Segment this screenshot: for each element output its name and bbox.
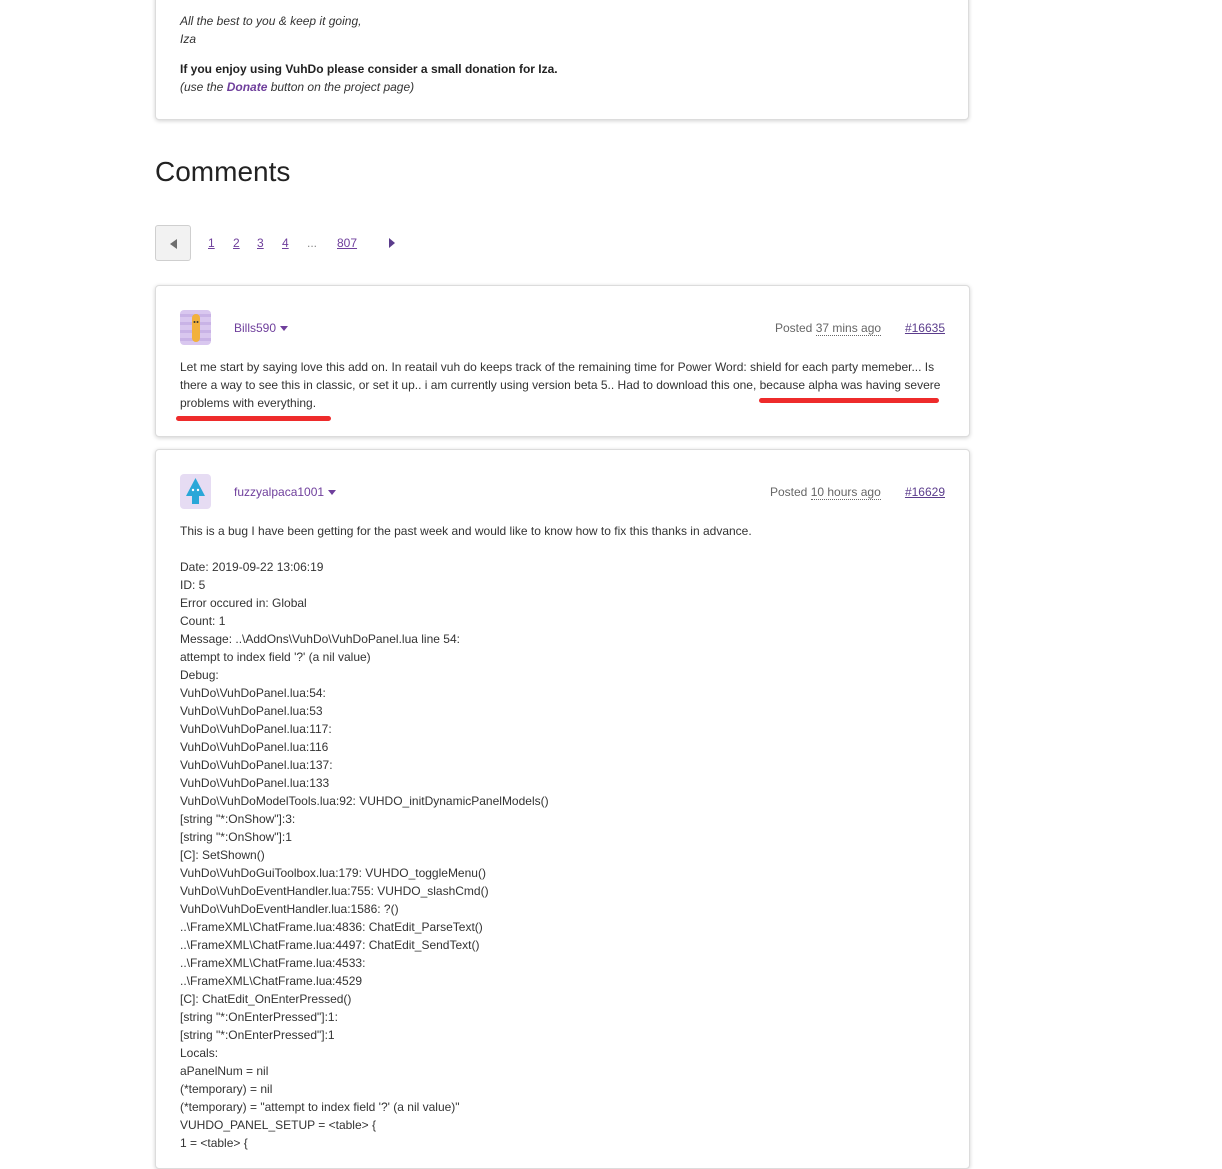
avatar-image — [180, 310, 211, 345]
chevron-down-icon[interactable] — [328, 490, 337, 496]
page-link-2[interactable]: 2 — [233, 236, 240, 250]
comment-body-intro: This is a bug I have been getting for th… — [180, 524, 752, 538]
description-card: All the best to you & keep it going, Iza… — [155, 0, 969, 120]
avatar-image — [180, 474, 211, 509]
previous-page-button[interactable] — [155, 225, 191, 261]
donate-link[interactable]: Donate — [227, 80, 268, 94]
next-page-button[interactable] — [388, 237, 398, 249]
page-link-3[interactable]: 3 — [257, 236, 264, 250]
page-link-4[interactable]: 4 — [282, 236, 289, 250]
red-underline-annotation — [176, 416, 331, 421]
comment-permalink[interactable]: #16629 — [905, 485, 945, 499]
caret-left-icon — [170, 239, 177, 249]
comment-permalink[interactable]: #16635 — [905, 321, 945, 335]
comment-card: Bills590 Posted 37 mins ago #16635 Let m… — [155, 285, 970, 437]
comments-heading: Comments — [155, 156, 291, 187]
comment-card: fuzzyalpaca1001 Posted 10 hours ago #166… — [155, 449, 970, 1169]
donation-prefix: (use the — [180, 80, 227, 94]
page-link-1[interactable]: 1 — [208, 236, 215, 250]
red-underline-annotation — [759, 398, 939, 403]
posted-label: Posted — [770, 485, 808, 499]
page-link-last[interactable]: 807 — [337, 236, 357, 250]
closing-text: All the best to you & keep it going, — [180, 14, 362, 28]
donation-suffix: button on the project page) — [267, 80, 415, 94]
username-text: Bills590 — [234, 321, 277, 335]
comment-body: Let me start by saying love this add on.… — [180, 360, 941, 410]
posted-info: Posted 37 mins ago — [775, 321, 882, 336]
caret-right-icon — [389, 238, 395, 248]
donation-heading: If you enjoy using VuhDo please consider… — [180, 62, 558, 76]
username-text: fuzzyalpaca1001 — [234, 485, 325, 499]
posted-label: Posted — [775, 321, 813, 335]
comment-username[interactable]: Bills590 — [234, 321, 289, 335]
chevron-down-icon[interactable] — [280, 326, 289, 332]
avatar[interactable] — [180, 310, 211, 345]
signature-text: Iza — [180, 32, 197, 46]
posted-time: 37 mins ago — [815, 321, 882, 336]
posted-time: 10 hours ago — [810, 485, 881, 500]
comment-username[interactable]: fuzzyalpaca1001 — [234, 485, 337, 499]
posted-info: Posted 10 hours ago — [770, 485, 881, 500]
avatar[interactable] — [180, 474, 211, 509]
donation-note: (use the Donate button on the project pa… — [180, 78, 414, 96]
comment-error-log: Date: 2019-09-22 13:06:19 ID: 5 Error oc… — [180, 560, 549, 1150]
page-ellipsis: ... — [307, 236, 318, 250]
